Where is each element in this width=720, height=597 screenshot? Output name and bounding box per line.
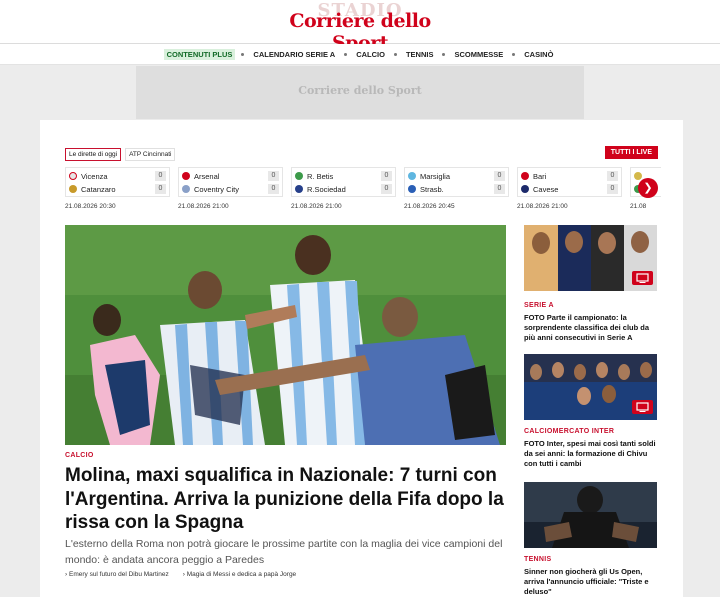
team-name: Arsenal [194, 171, 220, 181]
home-score: 0 [607, 171, 618, 181]
hero-headline[interactable]: Molina, maxi squalifica in Nazionale: 7 … [65, 464, 510, 535]
nav-separator [344, 52, 348, 56]
sidebar-thumbnail[interactable] [524, 482, 657, 548]
away-team: R.Sociedad [295, 184, 346, 194]
home-team: R. Betis [295, 171, 333, 181]
video-icon [632, 271, 653, 285]
team-name: Marsiglia [420, 171, 451, 181]
match-date: 21.08 [630, 203, 647, 210]
team-name: Cavese [533, 184, 559, 194]
live-tabs: Le dirette di oggi ATP Cincinnati [65, 148, 176, 161]
away-score: 0 [155, 184, 166, 194]
live-matches-strip: Vicenza Catanzaro 0 0 Arsenal Coventry C… [65, 167, 661, 211]
away-score: 0 [494, 184, 505, 194]
nav-separator [512, 52, 516, 56]
team-crest-icon [182, 185, 190, 193]
sidebar-article[interactable]: CALCIOMERCATO INTER FOTO Inter, spesi ma… [524, 354, 657, 469]
match-date: 21.08.2026 20:30 [65, 203, 116, 210]
hero-section-label[interactable]: CALCIO [65, 452, 94, 459]
sidebar-title[interactable]: Sinner non giocherà gli Us Open, arriva … [524, 567, 657, 597]
related-links: › Emery sul futuro del Dibu Martinez › M… [65, 571, 296, 578]
sidebar-title[interactable]: FOTO Parte il campionato: la sorprendent… [524, 313, 657, 343]
next-arrow-icon[interactable]: ❯ [638, 178, 658, 198]
tab-atp-cincinnati[interactable]: ATP Cincinnati [125, 148, 176, 161]
hero-summary: L'esterno della Roma non potrà giocare l… [65, 538, 503, 566]
nav-separator [393, 52, 397, 56]
tab-dirette-oggi[interactable]: Le dirette di oggi [65, 148, 122, 161]
team-crest-icon [634, 172, 642, 180]
nav-item-calcio[interactable]: CALCIO [353, 49, 388, 60]
match-card[interactable]: Vicenza Catanzaro 0 0 [65, 167, 170, 197]
home-score: 0 [268, 171, 279, 181]
nav-separator [241, 52, 245, 56]
hero-image[interactable] [65, 225, 506, 445]
away-score: 0 [381, 184, 392, 194]
sidebar-article[interactable]: SERIE A FOTO Parte il campionato: la sor… [524, 225, 657, 343]
team-name: R.Sociedad [307, 184, 346, 194]
match-date: 21.08.2026 20:45 [404, 203, 455, 210]
sidebar-section-label[interactable]: SERIE A [524, 302, 657, 309]
match-date: 21.08.2026 21:00 [517, 203, 568, 210]
team-name: Strasb. [420, 184, 444, 194]
related-link-text: Magia di Messi e dedica a papà Jorge [186, 571, 297, 578]
home-score: 0 [381, 171, 392, 181]
team-name: Vicenza [81, 171, 108, 181]
away-team: Strasb. [408, 184, 444, 194]
away-team: Catanzaro [69, 184, 116, 194]
main-nav: CONTENUTI PLUS CALENDARIO SERIE A CALCIO… [0, 44, 720, 65]
nav-item-contenuti-plus[interactable]: CONTENUTI PLUS [163, 48, 236, 60]
team-crest-icon [295, 185, 303, 193]
team-name: R. Betis [307, 171, 334, 181]
sidebar-thumbnail[interactable] [524, 354, 657, 420]
home-team: Arsenal [182, 171, 219, 181]
team-crest-icon [69, 185, 77, 193]
match-card[interactable]: Arsenal Coventry City 0 0 [178, 167, 283, 197]
video-icon [632, 400, 653, 414]
home-score: 0 [155, 171, 166, 181]
team-crest-icon [521, 172, 529, 180]
related-link[interactable]: › Emery sul futuro del Dibu Martinez [65, 571, 169, 578]
sidebar-section-label[interactable]: TENNIS [524, 556, 657, 563]
sidebar-title[interactable]: FOTO Inter, spesi mai così tanti soldi d… [524, 439, 657, 469]
match-card[interactable]: R. Betis R.Sociedad 0 0 [291, 167, 396, 197]
home-score: 0 [494, 171, 505, 181]
top-header: STADIO Corriere dello Sport [0, 0, 720, 54]
match-date: 21.08.2026 21:00 [291, 203, 342, 210]
related-link-text: Emery sul futuro del Dibu Martinez [68, 571, 169, 578]
match-card[interactable]: Marsiglia Strasb. 0 0 [404, 167, 509, 197]
home-team: Marsiglia [408, 171, 450, 181]
home-team: Bari [521, 171, 546, 181]
away-team: Cavese [521, 184, 558, 194]
match-date: 21.08.2026 21:00 [178, 203, 229, 210]
away-team: Coventry City [182, 184, 239, 194]
team-crest-icon [69, 172, 77, 180]
sidebar-article[interactable]: TENNIS Sinner non giocherà gli Us Open, … [524, 482, 657, 597]
nav-separator [442, 52, 446, 56]
site-logo[interactable]: STADIO Corriere dello Sport [270, 0, 450, 54]
sidebar-thumbnail[interactable] [524, 225, 657, 291]
away-score: 0 [268, 184, 279, 194]
team-crest-icon [521, 185, 529, 193]
main-content: Le dirette di oggi ATP Cincinnati TUTTI … [40, 120, 683, 597]
sidebar-section-label[interactable]: CALCIOMERCATO INTER [524, 428, 657, 435]
team-name: Catanzaro [81, 184, 116, 194]
nav-item-calendario[interactable]: CALENDARIO SERIE A [250, 49, 338, 60]
nav-item-casino[interactable]: CASINÒ [521, 49, 556, 60]
team-crest-icon [408, 185, 416, 193]
nav-item-tennis[interactable]: TENNIS [403, 49, 437, 60]
home-team: Vicenza [69, 171, 108, 181]
away-score: 0 [607, 184, 618, 194]
team-name: Coventry City [194, 184, 240, 194]
team-name: Bari [533, 171, 547, 181]
all-live-button[interactable]: TUTTI I LIVE [604, 146, 658, 159]
team-crest-icon [295, 172, 303, 180]
team-crest-icon [182, 172, 190, 180]
team-crest-icon [408, 172, 416, 180]
nav-item-scommesse[interactable]: SCOMMESSE [451, 49, 506, 60]
ad-logo: Corriere dello Sport [298, 84, 422, 97]
related-link[interactable]: › Magia di Messi e dedica a papà Jorge [183, 571, 296, 578]
match-card[interactable]: Bari Cavese 0 0 [517, 167, 622, 197]
ad-banner[interactable]: Corriere dello Sport [136, 66, 584, 119]
